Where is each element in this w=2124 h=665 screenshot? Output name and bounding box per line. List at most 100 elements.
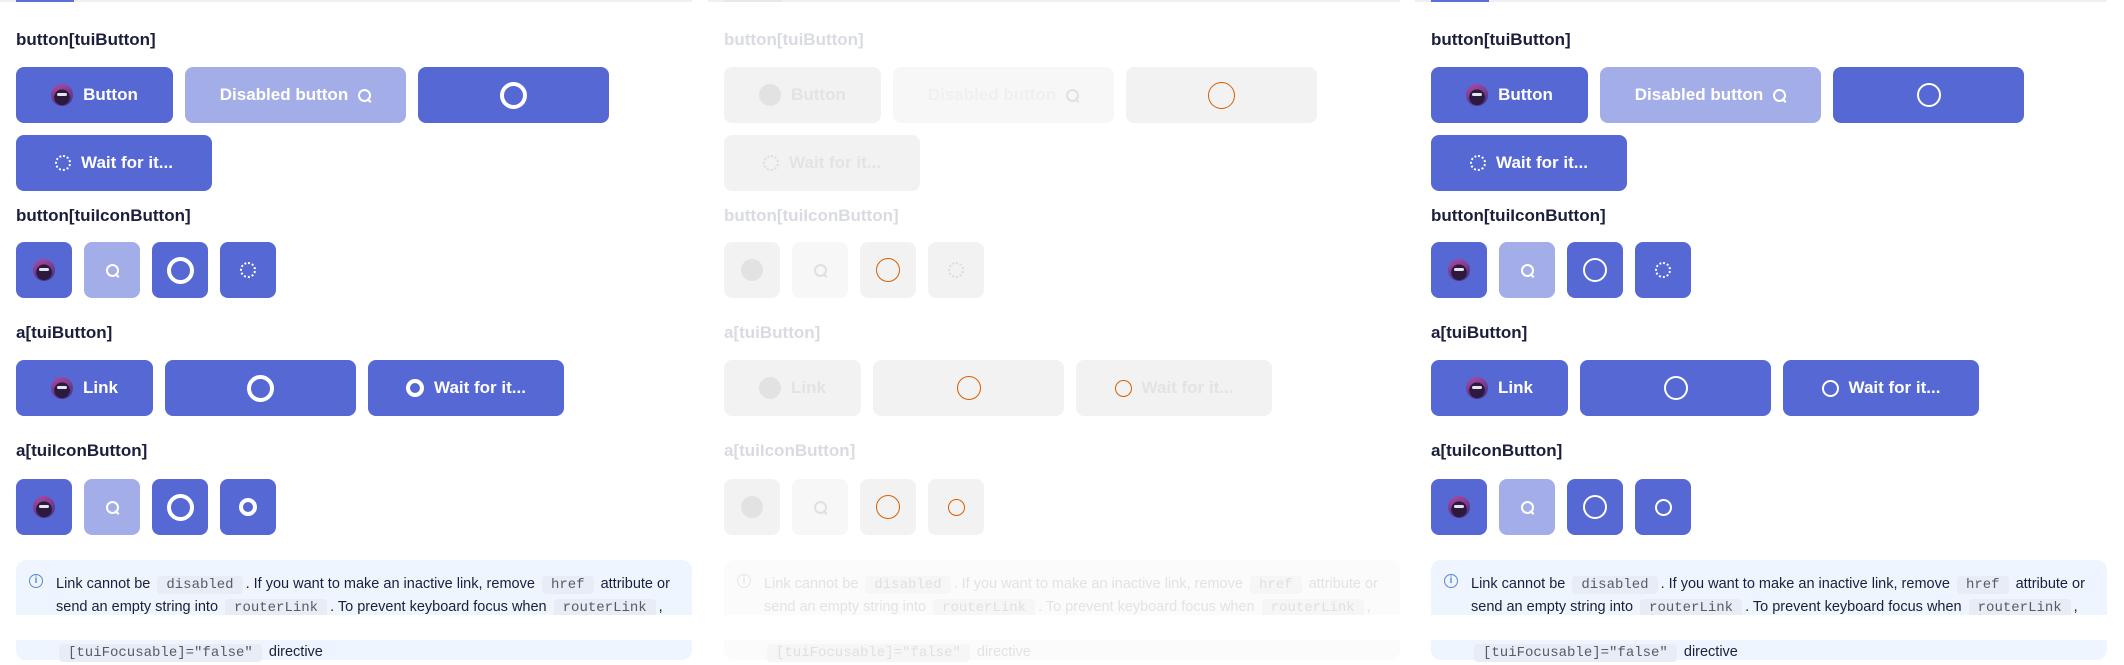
loader-ring-icon (1663, 376, 1688, 400)
icon-button-loading[interactable] (152, 242, 208, 298)
button-with-avatar: Button (724, 67, 881, 123)
panel-bottom-edge (1415, 615, 2107, 640)
demo-panel-focused: button[tuiButton] Button Disabled button… (1415, 0, 2107, 662)
button-with-avatar[interactable]: Button (1431, 67, 1588, 123)
link-loading[interactable] (1580, 360, 1771, 416)
search-icon (358, 88, 372, 102)
heading-button-tuiiconbutton: button[tuiIconButton] (16, 206, 191, 225)
loader-ring-icon (1821, 379, 1839, 397)
avatar (1466, 377, 1489, 399)
disabled-button[interactable]: Disabled button (185, 67, 406, 123)
spinner-icon (948, 262, 964, 278)
search-icon (105, 500, 119, 514)
search-icon (1773, 88, 1787, 102)
link-wait[interactable]: Wait for it... (368, 360, 564, 416)
loading-button[interactable] (1833, 67, 2024, 123)
button-with-avatar[interactable]: Button (16, 67, 173, 123)
link-with-avatar[interactable]: Link (1431, 360, 1568, 416)
loading-button (1126, 67, 1317, 123)
icon-button-avatar[interactable] (16, 242, 72, 298)
heading-a-tuiiconbutton: a[tuiIconButton] (1431, 441, 1563, 460)
loader-ring-icon (247, 374, 274, 402)
link-with-avatar: Link (724, 360, 861, 416)
avatar (1448, 259, 1470, 281)
icon-link-loading-small[interactable] (220, 479, 276, 535)
icon-link-search-disabled[interactable] (84, 479, 140, 535)
top-tab-indicator (708, 0, 1400, 2)
heading-a-tuiiconbutton: a[tuiIconButton] (724, 441, 856, 460)
spinner-icon (240, 262, 256, 278)
icon-link-search-disabled[interactable] (1499, 479, 1555, 535)
loader-ring-icon (166, 256, 194, 284)
icon-link-avatar (724, 479, 780, 535)
icon-link-avatar[interactable] (16, 479, 72, 535)
panel-bottom-edge (708, 615, 1400, 640)
heading-button-tuibutton: button[tuiButton] (724, 30, 864, 49)
heading-a-tuibutton: a[tuiButton] (724, 323, 821, 342)
link-loading (873, 360, 1064, 416)
heading-button-tuibutton: button[tuiButton] (16, 30, 156, 49)
icon-link-loading[interactable] (152, 479, 208, 535)
link-with-avatar[interactable]: Link (16, 360, 153, 416)
icon-link-avatar[interactable] (1431, 479, 1487, 535)
link-disabled-notice: i Link cannot be disabled. If you want t… (16, 560, 692, 662)
disabled-button[interactable]: Disabled button (1600, 67, 1821, 123)
search-icon (1520, 500, 1534, 514)
search-icon (1520, 263, 1534, 277)
heading-button-tuiiconbutton: button[tuiIconButton] (1431, 206, 1606, 225)
icon-button-spinner[interactable] (1635, 242, 1691, 298)
avatar (741, 496, 763, 518)
info-icon: i (29, 574, 43, 588)
loader-ring-icon (1583, 258, 1607, 282)
icon-link-loading[interactable] (1567, 479, 1623, 535)
avatar (741, 259, 763, 281)
wait-button[interactable]: Wait for it... (1431, 135, 1627, 191)
loader-ring-icon (1208, 81, 1235, 109)
icon-button-search-disabled[interactable] (84, 242, 140, 298)
demo-panel-light: button[tuiButton] Button Disabled button… (0, 0, 692, 662)
loader-ring-icon (1114, 379, 1132, 397)
avatar (1448, 496, 1470, 518)
icon-button-search-disabled[interactable] (1499, 242, 1555, 298)
heading-a-tuibutton: a[tuiButton] (1431, 323, 1528, 342)
avatar (1466, 84, 1489, 106)
spinner-icon (1470, 155, 1487, 171)
search-icon (813, 500, 827, 514)
loader-ring-icon (239, 498, 257, 516)
icon-link-search-disabled (792, 479, 848, 535)
avatar (33, 259, 55, 281)
link-disabled-notice: i Link cannot be disabled. If you want t… (724, 560, 1400, 662)
wait-button[interactable]: Wait for it... (16, 135, 212, 191)
wait-button: Wait for it... (724, 135, 920, 191)
loader-ring-icon (1583, 495, 1607, 519)
info-icon: i (737, 574, 751, 588)
loading-button[interactable] (418, 67, 609, 123)
spinner-icon (55, 155, 72, 171)
loader-ring-icon (406, 379, 425, 397)
avatar (51, 377, 74, 399)
avatar (33, 496, 55, 518)
loader-ring-icon (956, 376, 981, 400)
search-icon (105, 263, 119, 277)
top-tab-indicator (1415, 0, 2107, 2)
info-icon: i (1444, 574, 1458, 588)
loader-ring-icon (1654, 498, 1672, 516)
icon-button-spinner[interactable] (220, 242, 276, 298)
loader-ring-icon (1916, 83, 1941, 107)
icon-button-spinner (928, 242, 984, 298)
icon-link-loading-small[interactable] (1635, 479, 1691, 535)
icon-link-loading-small (928, 479, 984, 535)
heading-button-tuiiconbutton: button[tuiIconButton] (724, 206, 899, 225)
link-wait[interactable]: Wait for it... (1783, 360, 1979, 416)
link-loading[interactable] (165, 360, 356, 416)
avatar (51, 84, 74, 106)
icon-button-avatar (724, 242, 780, 298)
loader-ring-icon (947, 498, 965, 516)
icon-button-loading[interactable] (1567, 242, 1623, 298)
demo-panel-disabled: button[tuiButton] Button Disabled button… (708, 0, 1400, 662)
icon-link-loading (860, 479, 916, 535)
avatar (759, 377, 782, 399)
icon-button-avatar[interactable] (1431, 242, 1487, 298)
spinner-icon (763, 155, 780, 171)
loader-ring-icon (166, 493, 194, 521)
